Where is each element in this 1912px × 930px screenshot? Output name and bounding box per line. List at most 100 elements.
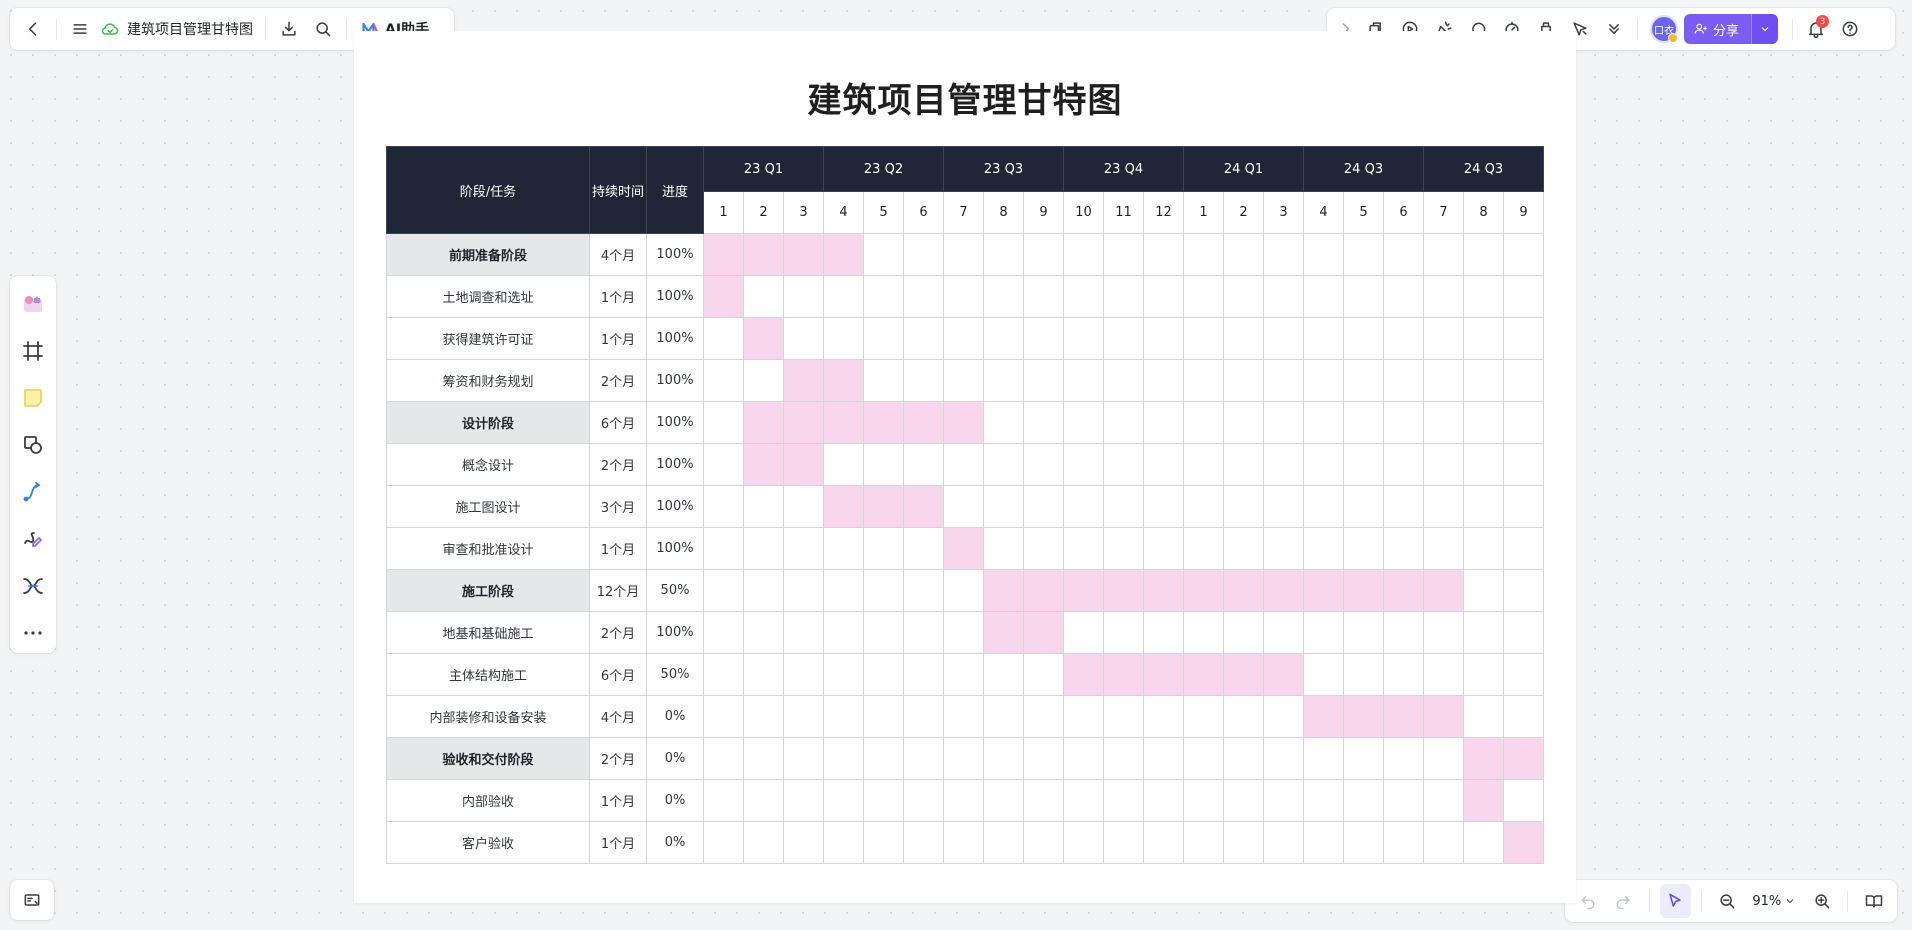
timeline-cell[interactable] <box>703 485 744 528</box>
timeline-cell[interactable] <box>863 317 904 360</box>
timeline-cell[interactable] <box>1503 275 1544 318</box>
timeline-cell[interactable] <box>1183 611 1224 654</box>
timeline-cell[interactable] <box>1423 821 1464 864</box>
task-row[interactable]: 概念设计 2个月 100% <box>386 443 1544 486</box>
timeline-cell[interactable] <box>743 737 784 780</box>
timeline-cell[interactable] <box>1303 653 1344 696</box>
timeline-cell[interactable] <box>1223 737 1264 780</box>
gantt-bar-cell[interactable] <box>1023 611 1064 654</box>
timeline-cell[interactable] <box>943 485 984 528</box>
timeline-cell[interactable] <box>1023 233 1064 276</box>
gantt-bar-cell[interactable] <box>1183 653 1224 696</box>
timeline-cell[interactable] <box>943 779 984 822</box>
timeline-cell[interactable] <box>703 779 744 822</box>
duration-cell[interactable]: 1个月 <box>589 317 647 360</box>
gantt-bar-cell[interactable] <box>1143 569 1184 612</box>
progress-cell[interactable]: 100% <box>646 233 704 276</box>
zoom-level-select[interactable]: 91% <box>1752 894 1796 909</box>
task-row[interactable]: 施工图设计 3个月 100% <box>386 485 1544 528</box>
gantt-bar-cell[interactable] <box>1143 653 1184 696</box>
timeline-cell[interactable] <box>1263 611 1304 654</box>
timeline-cell[interactable] <box>943 653 984 696</box>
timeline-cell[interactable] <box>983 233 1024 276</box>
timeline-cell[interactable] <box>1383 401 1424 444</box>
timeline-cell[interactable] <box>943 317 984 360</box>
timeline-cell[interactable] <box>983 821 1024 864</box>
timeline-cell[interactable] <box>743 779 784 822</box>
timeline-cell[interactable] <box>1303 821 1344 864</box>
timeline-cell[interactable] <box>1103 443 1144 486</box>
timeline-cell[interactable] <box>1463 359 1504 402</box>
task-name-cell[interactable]: 筹资和财务规划 <box>386 359 590 402</box>
task-name-cell[interactable]: 施工阶段 <box>386 569 590 612</box>
timeline-cell[interactable] <box>1303 779 1344 822</box>
timeline-cell[interactable] <box>1143 737 1184 780</box>
task-name-cell[interactable]: 概念设计 <box>386 443 590 486</box>
timeline-cell[interactable] <box>823 737 864 780</box>
timeline-cell[interactable] <box>1263 275 1304 318</box>
duration-cell[interactable]: 2个月 <box>589 737 647 780</box>
progress-cell[interactable]: 100% <box>646 527 704 570</box>
gantt-bar-cell[interactable] <box>1463 737 1504 780</box>
timeline-cell[interactable] <box>1223 359 1264 402</box>
timeline-cell[interactable] <box>1103 359 1144 402</box>
task-row[interactable]: 主体结构施工 6个月 50% <box>386 653 1544 696</box>
timeline-cell[interactable] <box>1343 359 1384 402</box>
timeline-cell[interactable] <box>823 611 864 654</box>
duration-cell[interactable]: 1个月 <box>589 821 647 864</box>
timeline-cell[interactable] <box>1263 695 1304 738</box>
task-row[interactable]: 内部装修和设备安装 4个月 0% <box>386 695 1544 738</box>
timeline-cell[interactable] <box>1103 821 1144 864</box>
timeline-cell[interactable] <box>1143 695 1184 738</box>
duration-cell[interactable]: 6个月 <box>589 653 647 696</box>
timeline-cell[interactable] <box>1063 443 1104 486</box>
progress-cell[interactable]: 100% <box>646 275 704 318</box>
timeline-cell[interactable] <box>1183 359 1224 402</box>
timeline-cell[interactable] <box>1223 527 1264 570</box>
task-row[interactable]: 客户验收 1个月 0% <box>386 821 1544 864</box>
task-name-cell[interactable]: 客户验收 <box>386 821 590 864</box>
timeline-cell[interactable] <box>983 527 1024 570</box>
timeline-cell[interactable] <box>703 821 744 864</box>
task-row[interactable]: 筹资和财务规划 2个月 100% <box>386 359 1544 402</box>
timeline-cell[interactable] <box>1343 485 1384 528</box>
timeline-cell[interactable] <box>1263 359 1304 402</box>
timeline-cell[interactable] <box>1223 317 1264 360</box>
timeline-cell[interactable] <box>1263 443 1304 486</box>
timeline-cell[interactable] <box>1103 611 1144 654</box>
help-icon[interactable] <box>1833 12 1867 46</box>
timeline-cell[interactable] <box>823 779 864 822</box>
timeline-cell[interactable] <box>1143 275 1184 318</box>
gantt-bar-cell[interactable] <box>743 443 784 486</box>
gantt-title[interactable]: 建筑项目管理甘特图 <box>354 73 1576 122</box>
shape-icon[interactable] <box>14 425 52 466</box>
timeline-cell[interactable] <box>1383 527 1424 570</box>
timeline-cell[interactable] <box>1023 275 1064 318</box>
duration-cell[interactable]: 1个月 <box>589 275 647 318</box>
duration-cell[interactable]: 2个月 <box>589 359 647 402</box>
timeline-cell[interactable] <box>1063 737 1104 780</box>
zoom-out-icon[interactable] <box>1711 884 1742 918</box>
timeline-cell[interactable] <box>1343 821 1384 864</box>
timeline-cell[interactable] <box>703 527 744 570</box>
gantt-bar-cell[interactable] <box>743 317 784 360</box>
timeline-cell[interactable] <box>1503 569 1544 612</box>
gantt-bar-cell[interactable] <box>863 401 904 444</box>
gantt-bar-cell[interactable] <box>1503 821 1544 864</box>
timeline-cell[interactable] <box>1303 611 1344 654</box>
gantt-bar-cell[interactable] <box>823 233 864 276</box>
gantt-bar-cell[interactable] <box>783 443 824 486</box>
select-tool-icon[interactable] <box>1659 884 1691 918</box>
timeline-cell[interactable] <box>1103 695 1144 738</box>
timeline-cell[interactable] <box>903 359 944 402</box>
gantt-bar-cell[interactable] <box>1223 653 1264 696</box>
timeline-cell[interactable] <box>1503 611 1544 654</box>
timeline-cell[interactable] <box>783 821 824 864</box>
timeline-cell[interactable] <box>1503 653 1544 696</box>
timeline-cell[interactable] <box>1463 821 1504 864</box>
timeline-cell[interactable] <box>1383 233 1424 276</box>
timeline-cell[interactable] <box>943 443 984 486</box>
timeline-cell[interactable] <box>1303 233 1344 276</box>
timeline-cell[interactable] <box>1383 317 1424 360</box>
timeline-cell[interactable] <box>1383 443 1424 486</box>
